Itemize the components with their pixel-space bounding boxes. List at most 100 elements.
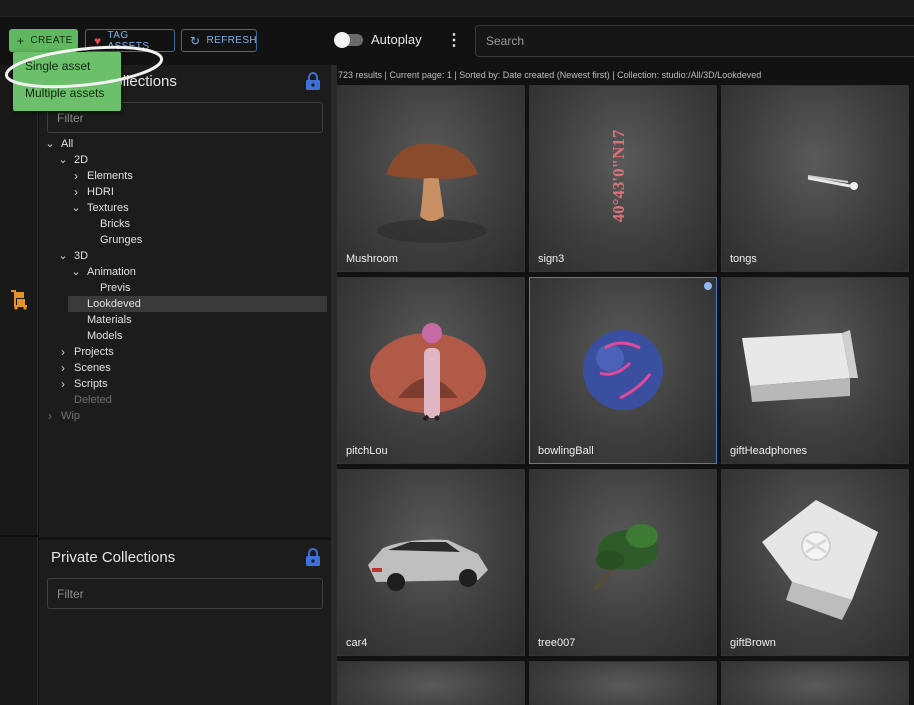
chevron-down-icon[interactable]: ⌄ (57, 155, 69, 166)
toggle-knob (334, 32, 350, 48)
selected-dot-icon (704, 282, 712, 290)
chevron-down-icon[interactable]: ⌄ (57, 251, 69, 262)
tree-node-label: Elements (87, 170, 133, 182)
tree-thumbnail-icon (592, 524, 658, 592)
top-strip (0, 0, 914, 17)
figure-thumbnail-icon (370, 323, 486, 422)
menu-item-multiple-assets[interactable]: Multiple assets (13, 79, 121, 106)
tree-node[interactable]: ⌄ 3D (39, 248, 331, 264)
tree-node-label: HDRI (87, 186, 114, 198)
sign3-text: 40°43'0"N17 (609, 129, 628, 222)
tree-node-label: Lookdeved (87, 298, 141, 310)
tree-node[interactable]: ⌄ All (39, 136, 331, 152)
tree-node[interactable]: Previs (39, 280, 331, 296)
ball-thumbnail-icon (583, 330, 663, 410)
refresh-button-label: REFRESH (206, 35, 258, 46)
chevron-right-icon[interactable]: › (57, 345, 69, 359)
tree-node[interactable]: Grunges (39, 232, 331, 248)
plus-icon: + (17, 33, 25, 48)
tree-node-label: Materials (87, 314, 132, 326)
menu-item-single-asset[interactable]: Single asset (13, 52, 121, 79)
refresh-button[interactable]: ↻ REFRESH (181, 29, 257, 52)
asset-name: Mushroom (346, 253, 398, 265)
asset-name: tongs (730, 253, 757, 265)
private-collections-panel: Private Collections (39, 540, 331, 705)
asset-name: sign3 (538, 253, 565, 265)
autoplay-label: Autoplay (371, 32, 422, 47)
tree-node[interactable]: › Scripts (39, 376, 331, 392)
asset-card[interactable]: car4 (337, 469, 525, 656)
asset-name: giftBrown (730, 637, 776, 649)
private-collections-title: Private Collections (51, 549, 176, 566)
asset-card[interactable]: 40°43'0"N17 sign3 (529, 85, 717, 272)
mushroom-thumbnail-icon (377, 143, 487, 243)
tree-node[interactable]: Lookdeved (68, 296, 327, 312)
asset-card-partial[interactable] (529, 661, 717, 705)
tree-node[interactable]: Models (39, 328, 331, 344)
chevron-right-icon[interactable]: › (70, 185, 82, 199)
create-button-label: CREATE (30, 35, 73, 46)
tree-node-label: 3D (74, 250, 89, 262)
car-thumbnail-icon (368, 539, 488, 591)
asset-card-partial[interactable] (337, 661, 525, 705)
tag-assets-button-label: TAG ASSETS (107, 29, 150, 52)
create-button[interactable]: + CREATE (9, 29, 78, 52)
asset-card[interactable]: tree007 (529, 469, 717, 656)
results-info: 723 results | Current page: 1 | Sorted b… (338, 70, 762, 80)
private-collections-filter[interactable] (47, 578, 323, 609)
asset-name: car4 (346, 637, 368, 649)
tree-node[interactable]: › Scenes (39, 360, 331, 376)
heart-tag-icon: ♥ (94, 33, 102, 48)
asset-card[interactable]: giftBrown (721, 469, 909, 656)
tree-node-label: Scripts (74, 378, 108, 390)
lock-icon[interactable] (305, 72, 321, 90)
asset-name: tree007 (538, 637, 576, 649)
tree-node[interactable]: › Elements (39, 168, 331, 184)
tree-node[interactable]: ⌄ 2D (39, 152, 331, 168)
refresh-icon: ↻ (190, 33, 201, 48)
tree-node[interactable]: › Projects (39, 344, 331, 360)
tree-node[interactable]: Deleted (39, 392, 331, 408)
sign-text-thumbnail-icon: 40°43'0"N17 (609, 129, 628, 222)
more-options-icon[interactable]: ⋮ (446, 31, 462, 51)
asset-name: bowlingBall (538, 445, 594, 457)
left-rail (0, 65, 38, 705)
lock-icon[interactable] (305, 548, 321, 566)
tree-node[interactable]: › Wip (39, 408, 331, 424)
chevron-down-icon[interactable]: ⌄ (70, 267, 82, 278)
toolbar: + CREATE ♥ TAG ASSETS ↻ REFRESH Autoplay… (0, 17, 914, 65)
chevron-down-icon[interactable]: ⌄ (44, 139, 56, 150)
tree-node[interactable]: › HDRI (39, 184, 331, 200)
tree-node[interactable]: Materials (39, 312, 331, 328)
tree-node-label: Animation (87, 266, 136, 278)
tree-node-label: Previs (100, 282, 131, 294)
asset-name: giftHeadphones (730, 445, 808, 457)
asset-card[interactable]: pitchLou (337, 277, 525, 464)
tree-node-label: Grunges (100, 234, 143, 246)
create-menu: Single asset Multiple assets (13, 52, 121, 111)
cart-icon[interactable] (8, 288, 30, 310)
tree-node[interactable]: Bricks (39, 216, 331, 232)
tree-node[interactable]: ⌄ Textures (39, 200, 331, 216)
chevron-right-icon[interactable]: › (44, 409, 56, 423)
search-input[interactable] (475, 25, 914, 57)
chevron-right-icon[interactable]: › (57, 361, 69, 375)
tag-assets-button[interactable]: ♥ TAG ASSETS (85, 29, 175, 52)
autoplay-toggle[interactable] (334, 32, 363, 48)
gift-thumbnail-icon (762, 500, 878, 620)
asset-card-partial[interactable] (721, 661, 909, 705)
tree-node-label: All (61, 138, 74, 150)
asset-card[interactable]: tongs (721, 85, 909, 272)
asset-card[interactable]: bowlingBall (529, 277, 717, 464)
tree-node-label: Scenes (74, 362, 111, 374)
chevron-right-icon[interactable]: › (70, 169, 82, 183)
chevron-right-icon[interactable]: › (57, 377, 69, 391)
chevron-down-icon[interactable]: ⌄ (70, 203, 82, 214)
asset-card[interactable]: Mushroom (337, 85, 525, 272)
tree-node-label: Projects (74, 346, 114, 358)
tree-node-label: Textures (87, 202, 129, 214)
box-thumbnail-icon (742, 330, 858, 402)
rail-divider (0, 535, 38, 537)
tree-node[interactable]: ⌄ Animation (39, 264, 331, 280)
asset-card[interactable]: giftHeadphones (721, 277, 909, 464)
